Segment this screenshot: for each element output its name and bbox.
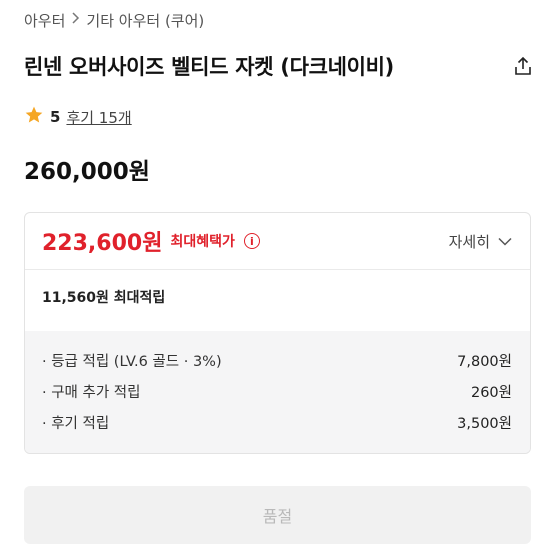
rating: 5 후기 15개 <box>24 104 132 130</box>
points-row-value: 3,500원 <box>457 416 512 432</box>
points-row-value: 7,800원 <box>457 354 512 370</box>
review-link[interactable]: 후기 15개 <box>66 107 131 128</box>
share-icon[interactable] <box>511 54 535 78</box>
rating-score: 5 <box>50 108 61 126</box>
points-row-value: 260원 <box>470 385 512 401</box>
chevron-down-icon <box>498 232 512 250</box>
points-row-label: · 후기 적립 <box>42 416 110 432</box>
max-points: 11,560원 최대적립 <box>42 290 166 306</box>
benefit-row: 223,600원 최대혜택가 i 자세히 <box>25 213 530 269</box>
points-row: · 후기 적립 3,500원 <box>42 407 512 438</box>
product-price: 260,000원 <box>24 159 150 185</box>
product-title: 린넨 오버사이즈 벨티드 자켓 (다크네이비) <box>24 55 394 79</box>
benefit-card: 223,600원 최대혜택가 i 자세히 11,560원 최대적립 · 등급 적… <box>24 212 531 454</box>
detail-label: 자세히 <box>448 232 490 251</box>
divider <box>25 269 530 270</box>
chevron-right-icon <box>71 12 80 28</box>
detail-toggle[interactable]: 자세히 <box>449 231 512 252</box>
benefit-summary: 223,600원 최대혜택가 i <box>42 225 260 257</box>
points-row-label: · 구매 추가 적립 <box>42 385 141 401</box>
breadcrumb-other-outer[interactable]: 기타 아우터 (쿠어) <box>86 10 204 31</box>
info-icon[interactable]: i <box>243 233 260 249</box>
title-row: 린넨 오버사이즈 벨티드 자켓 (다크네이비) <box>24 48 535 84</box>
breadcrumb-outer[interactable]: 아우터 <box>24 10 65 31</box>
points-row: · 등급 적립 (LV.6 골드 · 3%) 7,800원 <box>42 345 512 376</box>
points-row: · 구매 추가 적립 260원 <box>42 376 512 407</box>
soldout-button[interactable]: 품절 <box>24 486 531 544</box>
star-icon <box>24 105 44 129</box>
points-row-label: · 등급 적립 (LV.6 골드 · 3%) <box>42 354 222 370</box>
benefit-price: 223,600원 <box>42 231 163 256</box>
benefit-label: 최대혜택가 <box>170 234 235 250</box>
breadcrumb: 아우터 기타 아우터 (쿠어) <box>24 8 204 32</box>
points-breakdown: · 등급 적립 (LV.6 골드 · 3%) 7,800원 · 구매 추가 적립… <box>25 331 530 453</box>
